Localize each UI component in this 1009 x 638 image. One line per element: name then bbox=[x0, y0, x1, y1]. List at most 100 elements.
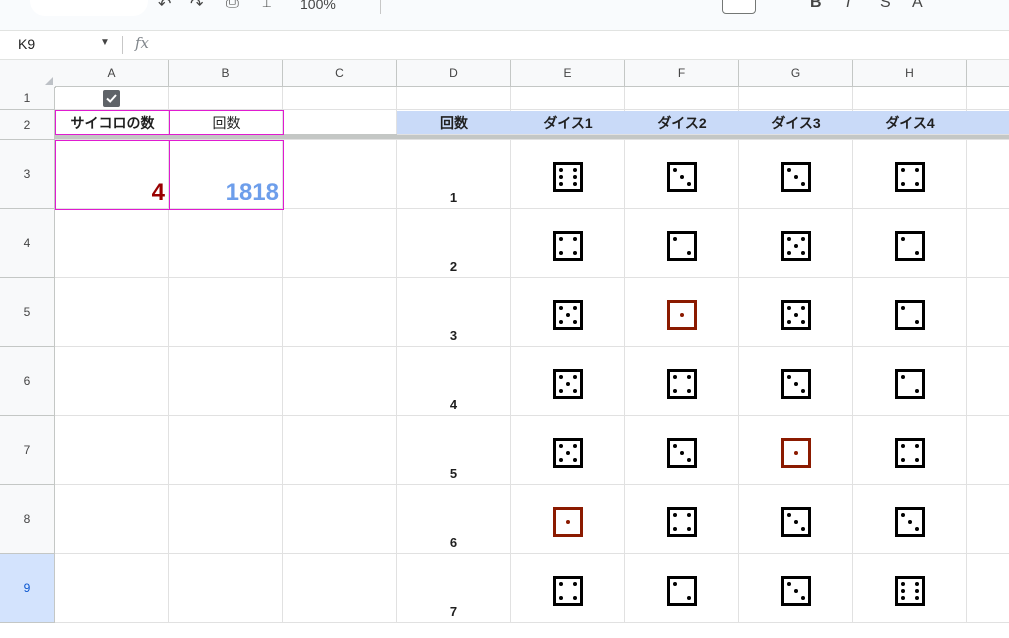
grid-cell[interactable] bbox=[169, 554, 283, 623]
italic-icon[interactable]: I bbox=[846, 0, 850, 12]
dice-count-value[interactable]: 4 bbox=[55, 140, 170, 210]
grid-cell[interactable] bbox=[55, 485, 169, 554]
select-all-corner[interactable] bbox=[0, 60, 56, 88]
grid-cell[interactable] bbox=[967, 87, 1009, 110]
column-header-f[interactable]: F bbox=[625, 60, 739, 87]
name-box[interactable]: K9 bbox=[18, 36, 35, 52]
grid-cell[interactable] bbox=[967, 209, 1009, 278]
strikethrough-icon[interactable]: S bbox=[880, 0, 891, 12]
die-pip bbox=[801, 306, 805, 310]
grid-cell[interactable] bbox=[967, 485, 1009, 554]
die-pip bbox=[559, 582, 563, 586]
die-face-3 bbox=[781, 369, 811, 399]
roll-count-value[interactable]: 1818 bbox=[169, 140, 284, 210]
column-header-e[interactable]: E bbox=[511, 60, 625, 87]
spreadsheet-grid[interactable]: サイコロの数 回数 回数 4 1818 A B C D E F G H 1 2 3 4 5 6 7 8 9 ダイス… bbox=[0, 60, 1009, 638]
grid-cell[interactable] bbox=[55, 347, 169, 416]
row-header-7[interactable]: 7 bbox=[0, 416, 55, 485]
grid-cell[interactable] bbox=[55, 209, 169, 278]
row-header-6[interactable]: 6 bbox=[0, 347, 55, 416]
undo-icon[interactable]: ↶ bbox=[158, 0, 171, 14]
grid-cell[interactable] bbox=[283, 87, 397, 110]
grid-cell[interactable] bbox=[283, 485, 397, 554]
column-header-c[interactable]: C bbox=[283, 60, 397, 87]
die-pip bbox=[687, 251, 691, 255]
paint-format-icon[interactable]: ⌶ bbox=[262, 0, 272, 12]
die-pip bbox=[680, 175, 684, 179]
die-face-6 bbox=[895, 576, 925, 606]
grid-cell[interactable] bbox=[967, 347, 1009, 416]
grid-cell[interactable] bbox=[625, 87, 739, 110]
column-header-a[interactable]: A bbox=[55, 60, 169, 87]
header-count[interactable]: 回数 bbox=[397, 111, 512, 135]
chevron-down-icon[interactable]: ▼ bbox=[100, 37, 110, 48]
checkbox-a1[interactable] bbox=[103, 90, 120, 107]
die-pip bbox=[673, 237, 677, 241]
grid-cell[interactable] bbox=[283, 278, 397, 347]
die-face-5 bbox=[553, 438, 583, 468]
grid-cell[interactable] bbox=[283, 416, 397, 485]
grid-cell[interactable] bbox=[511, 87, 625, 110]
header-dice-2[interactable]: ダイス2 bbox=[625, 111, 740, 135]
row-header-1[interactable]: 1 bbox=[0, 87, 55, 110]
print-icon[interactable]: ⎙ bbox=[226, 0, 239, 12]
die-pip bbox=[794, 589, 798, 593]
row-header-2[interactable]: 2 bbox=[0, 110, 55, 140]
row-header-4[interactable]: 4 bbox=[0, 209, 55, 278]
text-color-icon[interactable]: A bbox=[912, 0, 923, 12]
grid-cell[interactable] bbox=[169, 278, 283, 347]
header-dice-3[interactable]: ダイス3 bbox=[739, 111, 854, 135]
die-pip bbox=[573, 182, 577, 186]
die-pip bbox=[915, 596, 919, 600]
grid-cell[interactable] bbox=[169, 87, 283, 110]
grid-cell[interactable] bbox=[169, 485, 283, 554]
die-pip bbox=[794, 520, 798, 524]
header-dice-1[interactable]: ダイス1 bbox=[511, 111, 626, 135]
grid-cell[interactable] bbox=[55, 554, 169, 623]
grid-cell[interactable] bbox=[283, 209, 397, 278]
die-face-2 bbox=[895, 231, 925, 261]
grid-cell[interactable] bbox=[169, 416, 283, 485]
roll-count-label[interactable]: 回数 bbox=[169, 110, 284, 135]
die-pip bbox=[794, 451, 798, 455]
row-header-3[interactable]: 3 bbox=[0, 140, 55, 209]
grid-cell[interactable] bbox=[169, 347, 283, 416]
grid-cell[interactable] bbox=[739, 87, 853, 110]
die-pip bbox=[573, 306, 577, 310]
grid-cell[interactable] bbox=[397, 87, 511, 110]
grid-cell[interactable] bbox=[967, 278, 1009, 347]
grid-cell[interactable] bbox=[283, 347, 397, 416]
grid-cell[interactable] bbox=[967, 140, 1009, 209]
column-header-h[interactable]: H bbox=[853, 60, 967, 87]
row-header-5[interactable]: 5 bbox=[0, 278, 55, 347]
grid-cell[interactable] bbox=[967, 416, 1009, 485]
bold-icon[interactable]: B bbox=[810, 0, 822, 12]
zoom-select[interactable]: 100% bbox=[300, 0, 336, 12]
column-header-b[interactable]: B bbox=[169, 60, 283, 87]
column-header-d[interactable]: D bbox=[397, 60, 511, 87]
formula-divider bbox=[122, 36, 123, 54]
grid-cell[interactable] bbox=[55, 416, 169, 485]
header-dice-4[interactable]: ダイス4 bbox=[853, 111, 968, 135]
menu-search-pill[interactable] bbox=[30, 0, 148, 16]
dice-count-label[interactable]: サイコロの数 bbox=[55, 110, 170, 135]
redo-icon[interactable]: ↷ bbox=[190, 0, 203, 14]
die-pip bbox=[559, 596, 563, 600]
die-pip bbox=[559, 237, 563, 241]
font-size-input[interactable] bbox=[722, 0, 756, 14]
grid-cell[interactable] bbox=[283, 140, 397, 209]
grid-cell[interactable] bbox=[967, 554, 1009, 623]
grid-cell[interactable] bbox=[853, 87, 967, 110]
column-header-next[interactable] bbox=[967, 60, 1009, 87]
row-header-9[interactable]: 9 bbox=[0, 554, 55, 623]
grid-cell[interactable] bbox=[55, 278, 169, 347]
grid-cell[interactable] bbox=[169, 209, 283, 278]
die-pip bbox=[901, 306, 905, 310]
header-fill-extra bbox=[967, 111, 1009, 135]
row-header-8[interactable]: 8 bbox=[0, 485, 55, 554]
column-header-g[interactable]: G bbox=[739, 60, 853, 87]
die-pip bbox=[559, 375, 563, 379]
die-pip bbox=[573, 168, 577, 172]
die-pip bbox=[559, 320, 563, 324]
grid-cell[interactable] bbox=[283, 554, 397, 623]
